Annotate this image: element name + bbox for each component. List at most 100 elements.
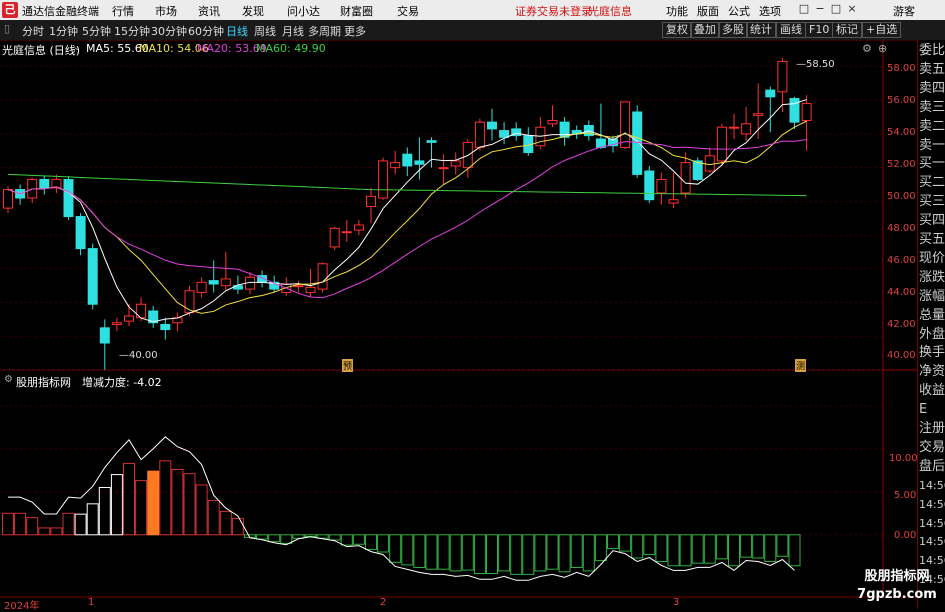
multi-stock-button[interactable]: 多股 bbox=[718, 22, 748, 38]
guest-label[interactable]: 游客 bbox=[893, 3, 915, 19]
candle-body bbox=[450, 160, 461, 167]
low-price-label: —40.00 bbox=[119, 350, 158, 361]
menu-function[interactable]: 功能 bbox=[666, 3, 688, 19]
menu-options[interactable]: 选项 bbox=[759, 3, 781, 19]
x-axis-label: 1 bbox=[88, 597, 95, 608]
tab-period-weekly[interactable]: 周线 bbox=[254, 23, 276, 39]
quote-panel-item[interactable]: 卖二 bbox=[919, 118, 945, 136]
candle-body bbox=[680, 162, 691, 194]
candle-body bbox=[3, 189, 13, 209]
candle-body bbox=[487, 121, 497, 130]
watermark-url: 7gpzb.com bbox=[857, 587, 937, 602]
app-logo-icon: 己 bbox=[2, 2, 18, 18]
login-warning[interactable]: 证券交易未登录 bbox=[515, 3, 592, 19]
chart-area[interactable] bbox=[0, 40, 917, 609]
menu-wealth-circle[interactable]: 财富圈 bbox=[340, 3, 373, 19]
candle-body bbox=[704, 155, 715, 172]
close-icon[interactable]: × bbox=[845, 2, 859, 16]
quote-panel-item[interactable]: 卖四 bbox=[919, 80, 945, 98]
quote-panel-item[interactable]: 交易 bbox=[919, 439, 945, 457]
ma60-legend: MA60: 49.90 bbox=[256, 42, 326, 55]
menu-discover[interactable]: 发现 bbox=[242, 3, 264, 19]
quote-panel-item[interactable]: E bbox=[919, 401, 927, 419]
candle-body bbox=[378, 160, 389, 199]
quote-panel-item[interactable]: 14:56 bbox=[919, 477, 945, 495]
quote-panel-item[interactable]: 买四 bbox=[919, 212, 945, 230]
indicator-y-tick: 5.00 bbox=[894, 490, 917, 501]
tab-period-1min[interactable]: 1分钟 bbox=[49, 23, 78, 39]
candle-body bbox=[656, 178, 667, 194]
quote-panel-item[interactable]: 买二 bbox=[919, 174, 945, 192]
quote-panel-item[interactable]: 外盘 bbox=[919, 326, 945, 344]
candle-body bbox=[305, 286, 316, 293]
minimize-icon[interactable]: − bbox=[813, 2, 827, 16]
tab-period-more[interactable]: 更多 bbox=[344, 23, 366, 39]
candle-body bbox=[124, 315, 134, 322]
candle-body bbox=[341, 231, 352, 234]
quote-panel-item[interactable]: 净资 bbox=[919, 363, 945, 381]
candle-body bbox=[87, 248, 98, 305]
chevron-down-icon[interactable]: ⌄ bbox=[73, 42, 81, 53]
settings-icon[interactable]: ⚙ bbox=[862, 42, 872, 55]
f10-button[interactable]: F10 bbox=[805, 22, 834, 38]
overlay-button[interactable]: 叠加 bbox=[690, 22, 720, 38]
candle-body bbox=[777, 60, 788, 93]
tab-period-multi[interactable]: 多周期 bbox=[308, 23, 341, 39]
quote-panel-item[interactable]: 注册 bbox=[919, 420, 945, 438]
y-tick: 44.00 bbox=[887, 287, 916, 298]
quote-panel-item[interactable]: 卖五 bbox=[919, 61, 945, 79]
quote-panel-item[interactable]: 委比 bbox=[919, 42, 945, 60]
quote-panel-item[interactable]: 卖三 bbox=[919, 99, 945, 117]
mark-button[interactable]: 标记 bbox=[832, 22, 862, 38]
tab-period-30min[interactable]: 30分钟 bbox=[151, 23, 187, 39]
quote-panel-item[interactable]: 买三 bbox=[919, 193, 945, 211]
candle-body bbox=[620, 101, 631, 148]
restore-icon[interactable]: □ bbox=[797, 2, 811, 16]
quote-panel-item[interactable]: 卖一 bbox=[919, 137, 945, 155]
candle-body bbox=[390, 162, 401, 169]
quote-panel-item[interactable]: 现价 bbox=[919, 250, 945, 268]
menu-news[interactable]: 资讯 bbox=[198, 3, 220, 19]
measure-marker[interactable]: 测 bbox=[795, 359, 807, 372]
statistics-button[interactable]: 统计 bbox=[746, 22, 776, 38]
tab-period-5min[interactable]: 5分钟 bbox=[82, 23, 111, 39]
menu-formula[interactable]: 公式 bbox=[728, 3, 750, 19]
menu-market-quote[interactable]: 行情 bbox=[112, 3, 134, 19]
quote-panel-item[interactable]: 14:56 bbox=[919, 533, 945, 551]
y-tick: 56.00 bbox=[887, 95, 916, 106]
quote-panel-item[interactable]: 买五 bbox=[919, 231, 945, 249]
y-tick: 58.00 bbox=[887, 63, 916, 74]
menu-trade[interactable]: 交易 bbox=[397, 3, 419, 19]
quote-panel-item[interactable]: 盘后 bbox=[919, 458, 945, 476]
tab-period-daily[interactable]: 日线 bbox=[226, 23, 248, 39]
menu-layout[interactable]: 版面 bbox=[697, 3, 719, 19]
indicator-settings-icon[interactable]: ⚙ bbox=[4, 374, 13, 385]
tab-period-monthly[interactable]: 月线 bbox=[282, 23, 304, 39]
menu-ask[interactable]: 问小达 bbox=[287, 3, 320, 19]
toolbar-toggle-icon[interactable]: ▯ bbox=[4, 22, 10, 35]
quote-panel-item[interactable]: 总量 bbox=[919, 307, 945, 325]
plus-icon[interactable]: ⊕ bbox=[878, 42, 887, 55]
fuquan-button[interactable]: 复权 bbox=[662, 22, 692, 38]
candle-body bbox=[499, 130, 510, 138]
forecast-marker[interactable]: 预 bbox=[342, 359, 354, 372]
y-tick: 40.00 bbox=[887, 350, 916, 361]
candle-body bbox=[220, 278, 231, 287]
quote-panel-item[interactable]: 涨跌 bbox=[919, 269, 945, 287]
maximize-icon[interactable]: □ bbox=[829, 2, 843, 16]
quote-panel-item[interactable]: 涨幅 bbox=[919, 288, 945, 306]
candle-body bbox=[438, 167, 449, 170]
quote-panel-item[interactable]: 收益 bbox=[919, 382, 945, 400]
menu-market[interactable]: 市场 bbox=[155, 3, 177, 19]
quote-panel-item[interactable]: 14:56 bbox=[919, 496, 945, 514]
candle-body bbox=[668, 199, 679, 204]
quote-panel-item[interactable]: 买一 bbox=[919, 155, 945, 173]
quote-panel-item[interactable]: 换手 bbox=[919, 344, 945, 362]
add-watchlist-button[interactable]: +自选 bbox=[862, 22, 902, 38]
tab-period-fenshi[interactable]: 分时 bbox=[22, 23, 44, 39]
draw-line-button[interactable]: 画线 bbox=[776, 22, 806, 38]
tab-period-60min[interactable]: 60分钟 bbox=[188, 23, 224, 39]
candle-body bbox=[644, 170, 655, 201]
quote-panel-item[interactable]: 14:56 bbox=[919, 515, 945, 533]
tab-period-15min[interactable]: 15分钟 bbox=[114, 23, 150, 39]
